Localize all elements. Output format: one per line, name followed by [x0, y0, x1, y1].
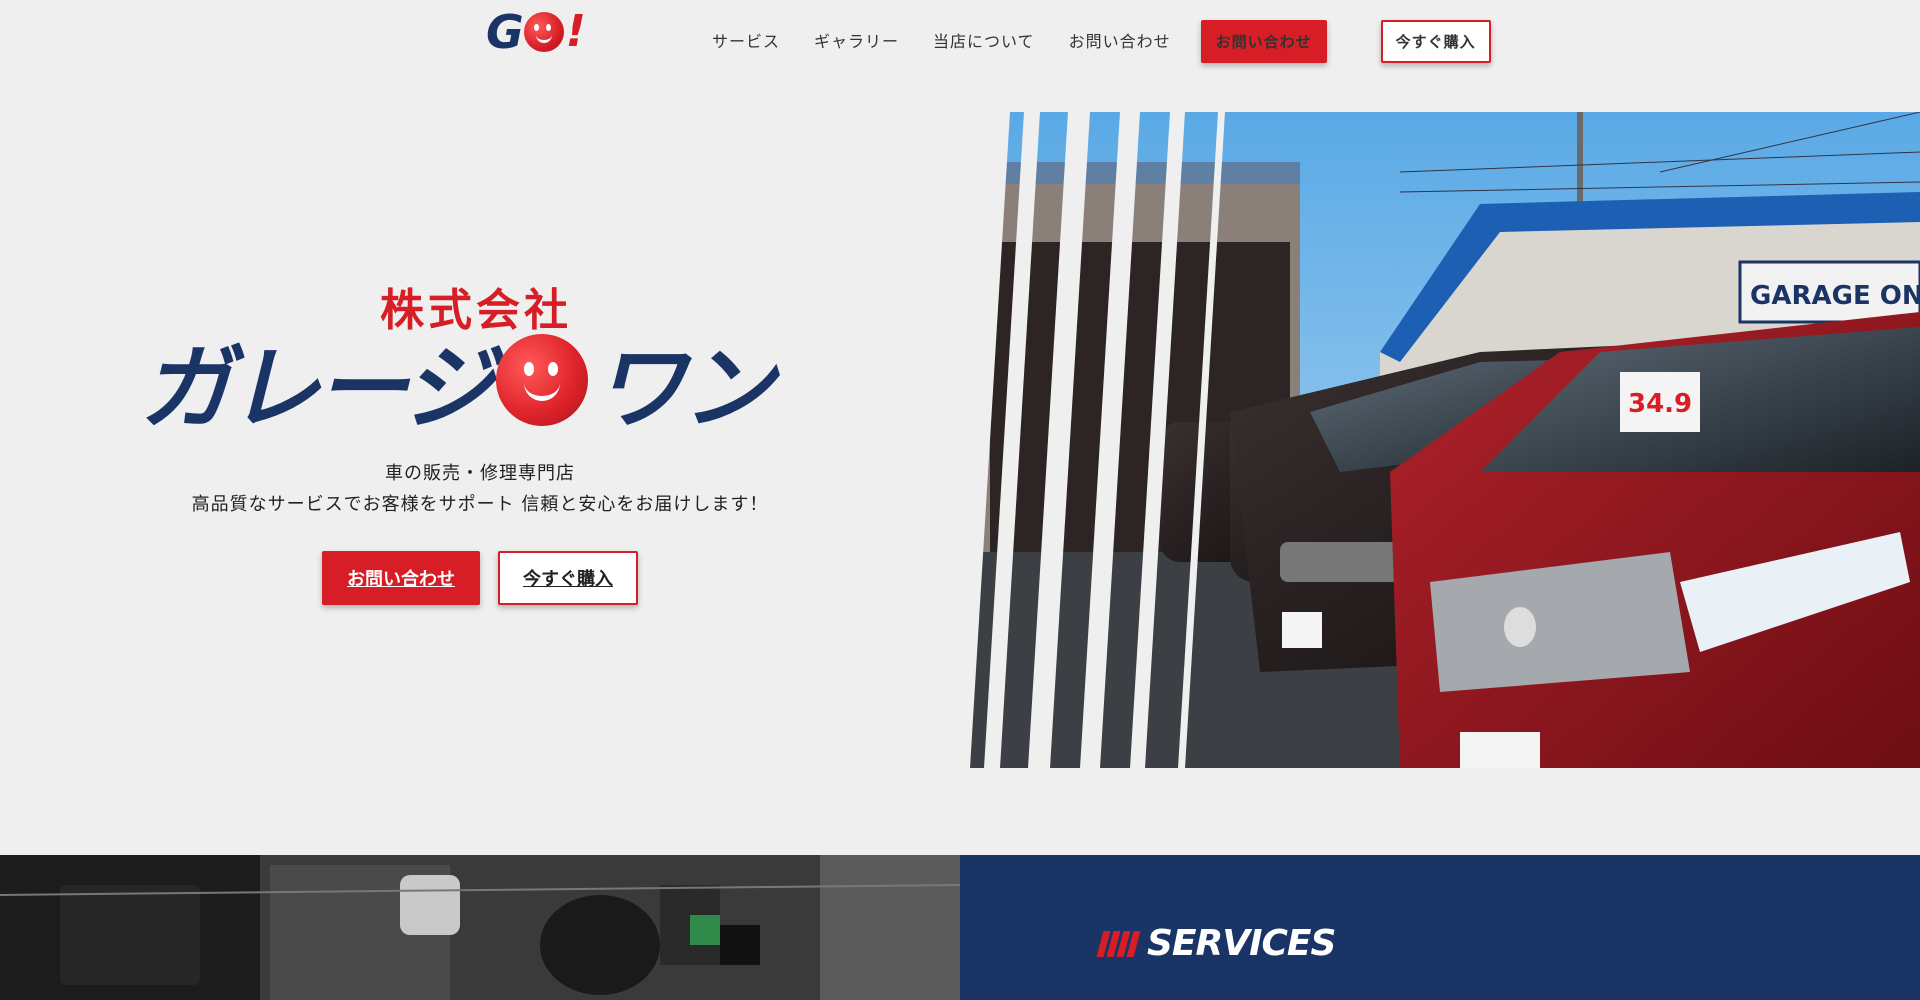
logo-face-icon	[523, 12, 564, 52]
hero-name-part1: ガレージ	[140, 334, 494, 442]
nav-link-services[interactable]: サービス	[712, 28, 780, 56]
logo-letter: G	[486, 5, 524, 59]
hero-name-part2: ワン	[594, 334, 774, 442]
hero-dealership-photo: GARAGE ONE 34.9	[960, 112, 1920, 768]
header-buy-now-button[interactable]: 今すぐ購入	[1380, 20, 1491, 63]
photo-garage-sign: GARAGE ONE	[1750, 281, 1920, 311]
stripes-icon	[1096, 930, 1141, 957]
site-header: G ! サービス ギャラリー 当店について お問い合わせ お問い合わせ 今すぐ購…	[0, 0, 1920, 70]
nav-link-gallery[interactable]: ギャラリー	[814, 28, 899, 56]
mascot-face-icon	[496, 334, 589, 426]
hero-buy-now-button[interactable]: 今すぐ購入	[498, 551, 638, 605]
hero-company-name: ガレージ ワン	[140, 332, 774, 442]
hero-contact-button[interactable]: お問い合わせ	[322, 551, 480, 605]
services-heading: SERVICES	[1096, 923, 1336, 964]
photo-price-tag: 34.9	[1628, 389, 1692, 419]
site-logo[interactable]: G !	[486, 6, 598, 58]
engine-bay-photo	[0, 855, 960, 1000]
nav-link-contact[interactable]: お問い合わせ	[1069, 28, 1171, 56]
logo-exclamation: !	[565, 6, 586, 57]
main-nav: サービス ギャラリー 当店について お問い合わせ お問い合わせ 今すぐ購入	[712, 20, 1525, 63]
nav-link-about[interactable]: 当店について	[933, 28, 1035, 56]
hero-tagline-line1: 車の販売・修理専門店	[385, 463, 575, 484]
hero-brand-logo: 株式会社 ガレージ ワン	[140, 270, 820, 442]
header-contact-button[interactable]: お問い合わせ	[1200, 20, 1327, 63]
services-title: SERVICES	[1147, 923, 1336, 964]
hero-cta-group: お問い合わせ 今すぐ購入	[322, 551, 638, 605]
hero-tagline: 車の販売・修理専門店 高品質なサービスでお客様をサポート 信頼と安心をお届けしま…	[140, 458, 820, 520]
services-section: SERVICES	[960, 855, 1920, 1000]
hero-tagline-line2: 高品質なサービスでお客様をサポート 信頼と安心をお届けします！	[191, 494, 769, 515]
